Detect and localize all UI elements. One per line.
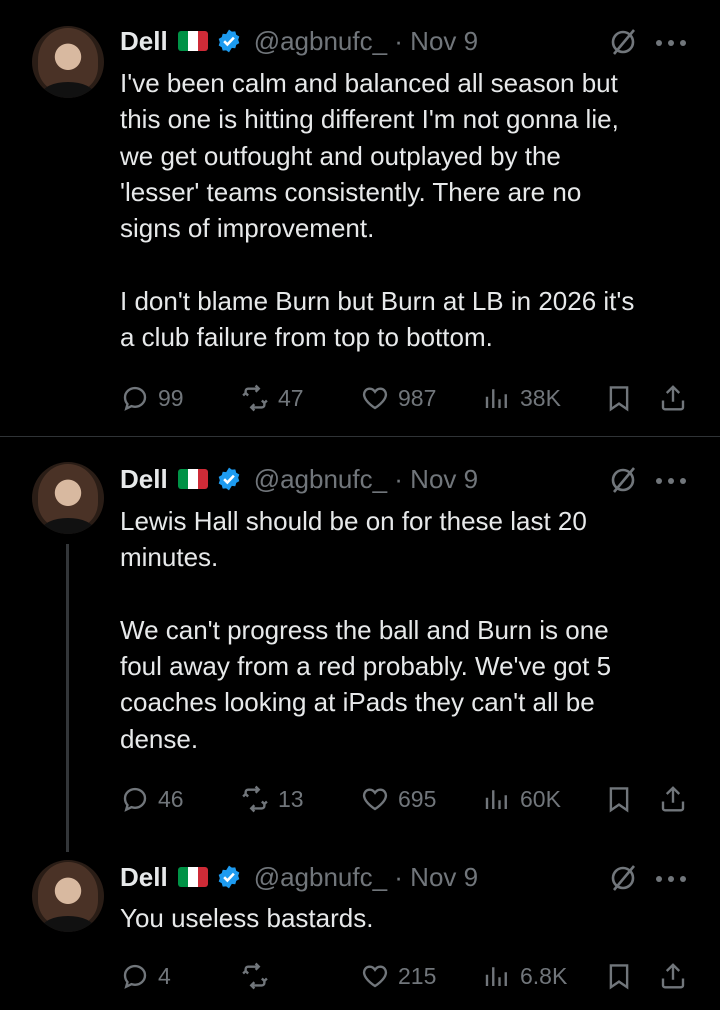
tweet-header: Dell @agbnufc_ · Nov 9	[120, 24, 478, 58]
retweet-button[interactable]	[240, 956, 278, 996]
bookmark-button[interactable]	[604, 779, 642, 819]
share-icon	[661, 786, 685, 812]
retweet-button[interactable]: 47	[240, 378, 304, 418]
retweet-count: 47	[278, 384, 304, 411]
reply-icon	[123, 386, 147, 411]
display-name[interactable]: Dell	[120, 862, 168, 893]
retweet-icon	[242, 962, 268, 990]
reply-button[interactable]: 99	[120, 378, 184, 418]
slash-circle-icon[interactable]	[608, 27, 638, 57]
display-name[interactable]: Dell	[120, 464, 168, 495]
reply-count: 4	[158, 962, 171, 989]
italy-flag-icon	[177, 469, 208, 489]
bookmark-button[interactable]	[604, 378, 642, 418]
share-icon	[661, 385, 685, 411]
verified-badge-icon	[218, 467, 239, 491]
heart-icon	[362, 387, 388, 410]
views-count: 6.8K	[520, 962, 568, 989]
avatar[interactable]	[32, 26, 104, 98]
like-count: 987	[398, 384, 437, 411]
bookmark-icon	[609, 787, 629, 813]
more-icon[interactable]	[654, 476, 688, 486]
retweet-icon	[242, 384, 268, 412]
handle-and-date[interactable]: @agbnufc_ · Nov 9	[254, 464, 478, 495]
handle-and-date[interactable]: @agbnufc_ · Nov 9	[254, 26, 478, 57]
action-bar: 46 13 695 60K	[0, 779, 720, 819]
share-button[interactable]	[658, 779, 696, 819]
bookmark-icon	[609, 964, 629, 990]
views-button[interactable]: 38K	[482, 378, 561, 418]
reply-icon	[123, 964, 147, 989]
like-button[interactable]: 987	[360, 378, 436, 418]
tweet-text: I've been calm and balanced all season b…	[120, 68, 635, 353]
action-bar: 4 215 6.8K	[0, 956, 720, 996]
handle-and-date[interactable]: @agbnufc_ · Nov 9	[254, 862, 478, 893]
thread-line	[66, 544, 69, 852]
divider	[0, 436, 720, 437]
reply-icon	[123, 787, 147, 812]
retweet-icon	[242, 785, 268, 813]
tweet-header: Dell @agbnufc_ · Nov 9	[120, 860, 478, 894]
reply-count: 46	[158, 785, 184, 812]
display-name[interactable]: Dell	[120, 26, 168, 57]
like-button[interactable]: 215	[360, 956, 436, 996]
verified-badge-icon	[218, 865, 239, 889]
reply-count: 99	[158, 384, 184, 411]
share-icon	[661, 963, 685, 989]
heart-icon	[362, 965, 388, 988]
bookmark-icon	[609, 386, 629, 412]
tweet-header: Dell @agbnufc_ · Nov 9	[120, 462, 478, 496]
like-count: 695	[398, 785, 437, 812]
italy-flag-icon	[177, 867, 208, 887]
share-button[interactable]	[658, 378, 696, 418]
bookmark-button[interactable]	[604, 956, 642, 996]
retweet-button[interactable]: 13	[240, 779, 304, 819]
views-icon	[485, 967, 507, 986]
heart-icon	[362, 788, 388, 811]
views-button[interactable]: 6.8K	[482, 956, 567, 996]
share-button[interactable]	[658, 956, 696, 996]
avatar[interactable]	[32, 860, 104, 932]
avatar[interactable]	[32, 462, 104, 534]
reply-button[interactable]: 46	[120, 779, 184, 819]
views-count: 60K	[520, 785, 561, 812]
views-button[interactable]: 60K	[482, 779, 561, 819]
more-icon[interactable]	[654, 38, 688, 48]
like-count: 215	[398, 962, 437, 989]
reply-button[interactable]: 4	[120, 956, 171, 996]
like-button[interactable]: 695	[360, 779, 436, 819]
views-icon	[485, 389, 507, 408]
retweet-count: 13	[278, 785, 304, 812]
action-bar: 99 47 987 38K	[0, 378, 720, 418]
tweet-text: You useless bastards.	[120, 903, 374, 933]
verified-badge-icon	[218, 29, 239, 53]
tweet-text: Lewis Hall should be on for these last 2…	[120, 506, 612, 754]
slash-circle-icon[interactable]	[608, 465, 638, 495]
views-icon	[485, 790, 507, 809]
more-icon[interactable]	[654, 874, 688, 884]
views-count: 38K	[520, 384, 561, 411]
italy-flag-icon	[177, 31, 208, 51]
slash-circle-icon[interactable]	[608, 863, 638, 893]
